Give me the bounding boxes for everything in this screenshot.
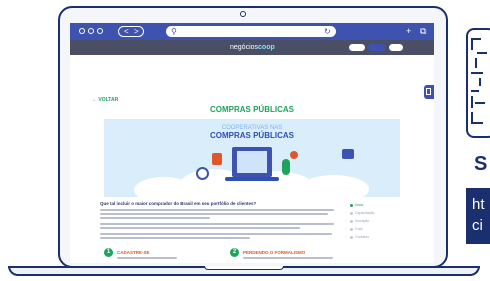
step-number-badge: 1 <box>104 248 113 257</box>
qr-code-icon <box>471 38 489 124</box>
cloud-shape <box>299 175 369 197</box>
laptop-illustration-screen <box>237 151 267 173</box>
document-icon <box>426 88 431 95</box>
window-maximize-icon[interactable] <box>97 28 103 34</box>
browser-toolbar: < > ⚲ ↻ + ⧉ <box>70 23 434 40</box>
step-number-badge: 2 <box>230 248 239 257</box>
laptop-screen: < > ⚲ ↻ + ⧉ negócioscoop ← VOLTAR COMPRA… <box>70 23 434 263</box>
paragraph-line <box>100 217 210 219</box>
toc-item[interactable]: Início <box>355 202 363 208</box>
new-tab-button[interactable]: + <box>406 25 411 37</box>
paragraph-line <box>117 257 177 259</box>
back-link[interactable]: ← VOLTAR <box>92 97 118 104</box>
step-label: PERDENDO O FORMALISMO <box>243 250 306 255</box>
toc-item[interactable]: Capacitação <box>355 210 374 216</box>
toc-dot <box>350 212 353 215</box>
logo-text: negócios <box>230 44 259 51</box>
notification-icon <box>290 151 298 159</box>
header-login-button[interactable] <box>389 44 403 51</box>
section-title: Que tal incluir o maior comprador do Bra… <box>100 201 257 206</box>
toc-dot <box>350 228 353 231</box>
site-logo[interactable]: negócioscoop <box>230 43 275 52</box>
toc-dot <box>350 236 353 239</box>
toc-item[interactable]: Guia <box>355 226 362 232</box>
reload-icon[interactable]: ↻ <box>324 26 331 37</box>
toc-dot-active <box>350 204 353 207</box>
window-close-icon[interactable] <box>79 28 85 34</box>
header-action-button[interactable] <box>368 44 386 51</box>
paragraph-line <box>100 223 334 225</box>
page-title: COMPRAS PÚBLICAS <box>209 105 294 114</box>
link-text-line[interactable]: ht <box>472 196 485 214</box>
toc-item[interactable]: Inovação <box>355 218 369 224</box>
hero-title: COMPRAS PÚBLICAS <box>209 131 294 140</box>
paragraph-line <box>100 209 334 211</box>
copy-icon[interactable]: ⧉ <box>420 25 426 37</box>
search-icon: ⚲ <box>171 27 177 36</box>
forward-button[interactable]: > <box>134 27 139 36</box>
side-heading-letter: S <box>474 153 488 175</box>
paragraph-line <box>100 233 332 235</box>
window-minimize-icon[interactable] <box>88 28 94 34</box>
image-icon <box>342 149 354 159</box>
site-header: negócioscoop <box>70 40 434 55</box>
back-button[interactable]: < <box>124 27 129 36</box>
toc-dot <box>350 220 353 223</box>
header-search-field[interactable] <box>349 44 365 51</box>
webcam-icon <box>240 11 246 17</box>
paragraph-line <box>100 227 300 229</box>
paragraph-line <box>100 213 328 215</box>
laptop-notch <box>204 266 284 270</box>
paragraph-line <box>100 237 250 239</box>
paragraph-line <box>243 257 333 259</box>
shield-icon <box>212 153 222 165</box>
toc-item[interactable]: Contatos <box>355 234 369 240</box>
browser-nav-buttons: < > <box>118 26 144 37</box>
floating-side-button[interactable] <box>424 85 434 99</box>
link-text-line[interactable]: ci <box>472 217 483 235</box>
laptop-illustration-base <box>225 177 279 181</box>
person-icon <box>282 159 290 175</box>
logo-accent: coop <box>258 44 275 51</box>
step-label: CADASTRE-SE <box>117 250 150 255</box>
address-bar[interactable]: ⚲ ↻ <box>166 26 336 37</box>
hero-banner: COOPERATIVAS NAS COMPRAS PÚBLICAS <box>104 119 400 197</box>
clock-icon <box>196 167 209 180</box>
